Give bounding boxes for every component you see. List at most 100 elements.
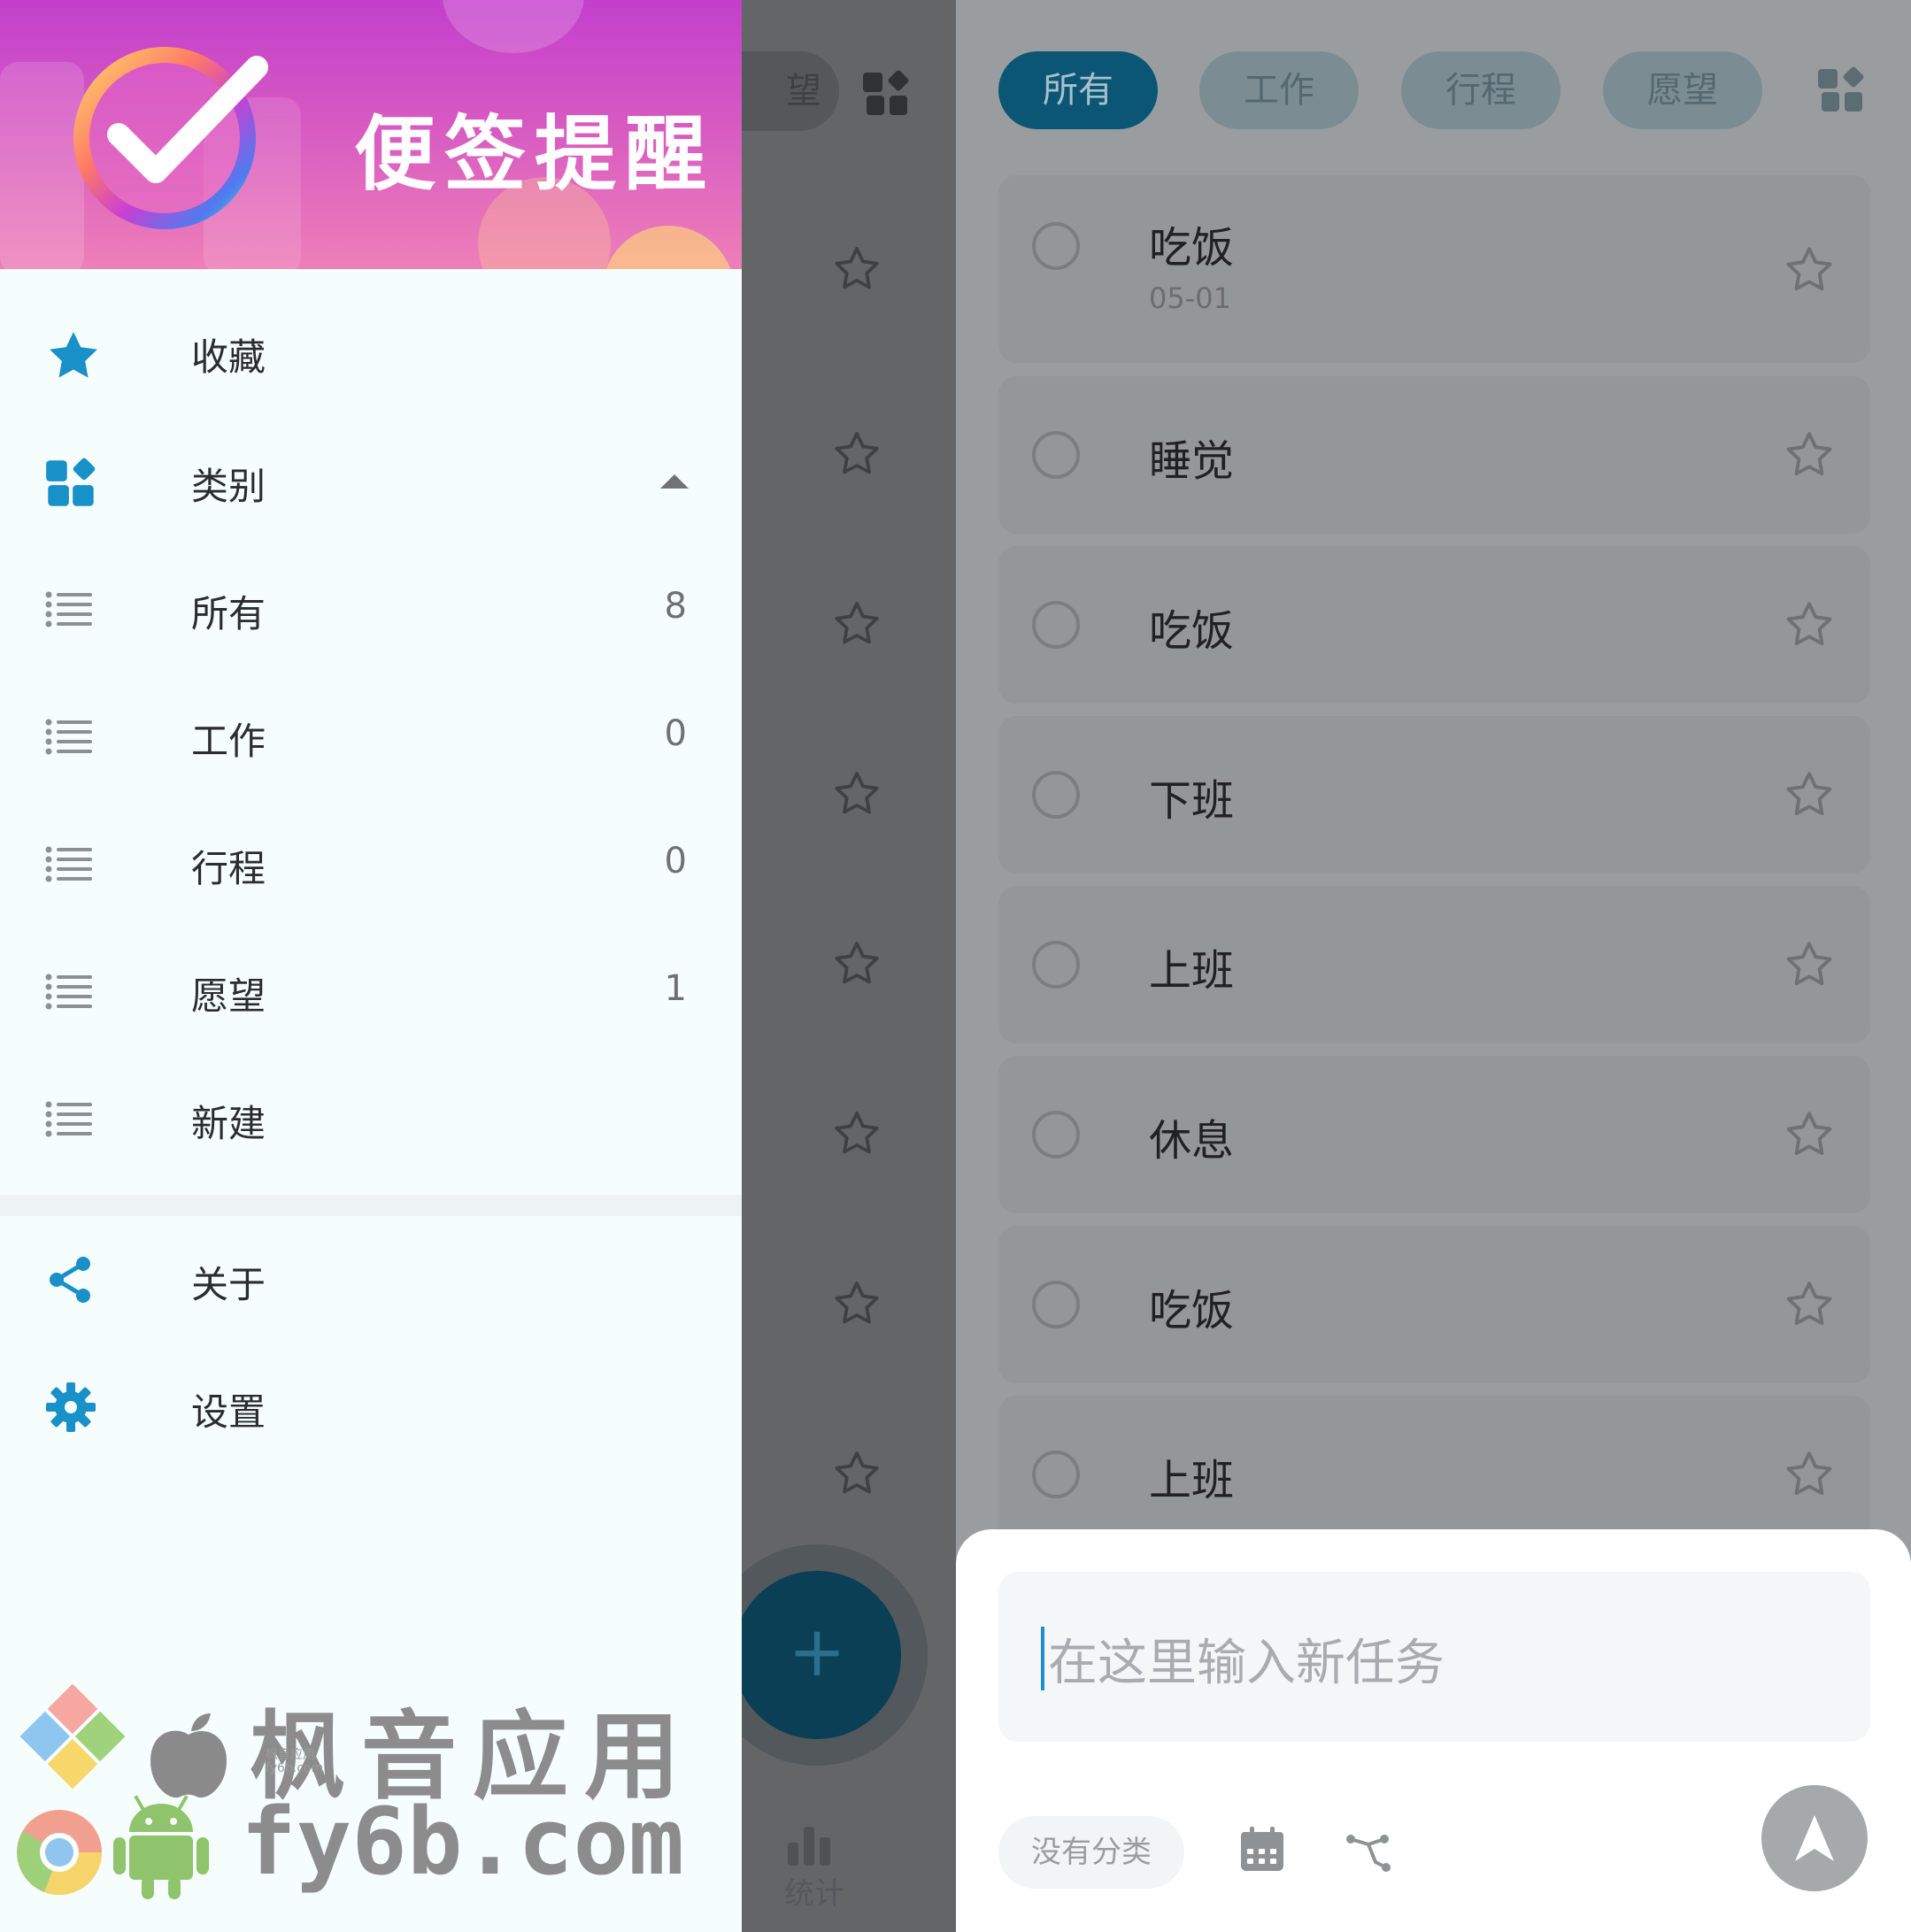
list-icon bbox=[45, 974, 92, 1010]
stats-icon bbox=[788, 1827, 830, 1866]
watermark-url: fy6b.com bbox=[241, 1788, 684, 1896]
decor-bubble bbox=[602, 226, 735, 269]
task-card[interactable]: 吃饭 bbox=[998, 1226, 1870, 1383]
gear-icon bbox=[46, 1382, 96, 1432]
favorite-star-icon[interactable] bbox=[1782, 767, 1837, 822]
star-icon bbox=[835, 1282, 879, 1324]
drawer-item-count: 1 bbox=[664, 968, 687, 1009]
category-icon[interactable] bbox=[1816, 65, 1866, 115]
watermark-small-url: fy6b.com bbox=[266, 1761, 324, 1775]
chrome-logo-icon bbox=[17, 1810, 103, 1896]
subtask-branch-icon[interactable] bbox=[1344, 1827, 1393, 1876]
task-card[interactable]: 休息 bbox=[998, 1056, 1870, 1213]
android-logo-icon bbox=[113, 1795, 209, 1899]
drawer-item-label: 设置 bbox=[191, 1390, 266, 1434]
star-icon bbox=[835, 432, 879, 474]
task-title: 休息 bbox=[1149, 1116, 1235, 1166]
drawer-item-new-category[interactable]: 新建 bbox=[0, 1066, 742, 1172]
task-checkbox[interactable] bbox=[1032, 941, 1080, 989]
category-selector-button[interactable]: 没有分类 bbox=[998, 1816, 1184, 1889]
drawer-item-label: 类别 bbox=[191, 465, 266, 508]
decor-bubble bbox=[443, 0, 584, 53]
favorite-star-icon[interactable] bbox=[1782, 937, 1837, 992]
category-icon bbox=[863, 70, 909, 115]
star-icon bbox=[835, 602, 879, 644]
send-arrow-icon bbox=[1795, 1815, 1834, 1861]
task-title: 吃饭 bbox=[1149, 1286, 1235, 1335]
drawer-item-label: 收藏 bbox=[191, 335, 266, 379]
tab-wish[interactable]: 愿望 bbox=[1603, 51, 1762, 129]
favorite-star-icon[interactable] bbox=[1782, 1107, 1837, 1162]
drawer-item-label: 行程 bbox=[191, 847, 266, 890]
list-icon bbox=[45, 846, 92, 882]
star-icon bbox=[835, 942, 879, 984]
task-card[interactable]: 吃饭 bbox=[998, 546, 1870, 704]
favorite-star-icon[interactable] bbox=[1782, 597, 1837, 652]
watermark: 枫音应用 枫音应用 fy6b.com fy6b.com bbox=[0, 1664, 742, 1932]
tab-work[interactable]: 工作 bbox=[1199, 51, 1359, 129]
drawer-divider bbox=[0, 1195, 742, 1216]
drawer-item-wish[interactable]: 愿望 1 bbox=[0, 938, 742, 1044]
drawer-item-schedule[interactable]: 行程 0 bbox=[0, 811, 742, 917]
tab-wish-partial: 望 bbox=[742, 51, 839, 131]
app-logo-icon bbox=[73, 47, 268, 229]
drawer-item-categories[interactable]: 类别 bbox=[0, 428, 742, 535]
windows-logo-icon bbox=[19, 1683, 126, 1790]
drawer-item-label: 新建 bbox=[191, 1102, 266, 1145]
tab-all[interactable]: 所有 bbox=[998, 51, 1158, 129]
drawer-item-settings[interactable]: 设置 bbox=[0, 1354, 742, 1460]
task-card[interactable]: 下班 bbox=[998, 716, 1870, 874]
task-checkbox[interactable] bbox=[1032, 1451, 1080, 1498]
favorite-star-icon[interactable] bbox=[1782, 427, 1837, 482]
task-title: 睡觉 bbox=[1149, 436, 1235, 486]
task-title: 下班 bbox=[1149, 776, 1235, 826]
share-icon bbox=[50, 1257, 90, 1303]
task-checkbox[interactable] bbox=[1032, 222, 1080, 270]
list-icon bbox=[45, 719, 92, 755]
task-checkbox[interactable] bbox=[1032, 771, 1080, 819]
watermark-small-name: 枫音应用 bbox=[266, 1748, 315, 1762]
task-checkbox[interactable] bbox=[1032, 601, 1080, 649]
stats-tab-label: 统计 bbox=[784, 1876, 844, 1912]
favorite-star-icon[interactable] bbox=[1782, 1447, 1837, 1502]
drawer-item-all[interactable]: 所有 8 bbox=[0, 556, 742, 662]
task-title: 吃饭 bbox=[1149, 606, 1235, 656]
task-title: 上班 bbox=[1149, 1456, 1235, 1505]
task-checkbox[interactable] bbox=[1032, 1111, 1080, 1158]
tab-schedule[interactable]: 行程 bbox=[1401, 51, 1560, 129]
drawer-item-about[interactable]: 关于 bbox=[0, 1227, 742, 1333]
drawer-item-work[interactable]: 工作 0 bbox=[0, 683, 742, 789]
new-task-sheet: 在这里输入新任务 没有分类 bbox=[956, 1529, 1911, 1932]
drawer-item-count: 0 bbox=[664, 841, 687, 881]
favorite-star-icon[interactable] bbox=[1782, 242, 1837, 297]
dimmed-background-strip: 望 + 统计 bbox=[742, 0, 956, 1932]
send-button[interactable] bbox=[1761, 1785, 1868, 1891]
drawer-item-count: 8 bbox=[664, 586, 687, 627]
drawer-item-favorites[interactable]: 收藏 bbox=[0, 301, 742, 407]
category-icon bbox=[46, 458, 96, 506]
star-icon bbox=[835, 772, 879, 814]
new-task-input[interactable]: 在这里输入新任务 bbox=[998, 1572, 1870, 1742]
task-checkbox[interactable] bbox=[1032, 431, 1080, 479]
list-icon bbox=[45, 1101, 92, 1137]
app-name: 便签提醒 bbox=[354, 107, 716, 202]
drawer-item-label: 所有 bbox=[191, 592, 266, 635]
star-icon bbox=[835, 247, 879, 289]
task-card[interactable]: 吃饭 05-01 bbox=[998, 175, 1870, 363]
drawer-item-label: 工作 bbox=[191, 720, 266, 763]
task-date: 05-01 bbox=[1149, 281, 1231, 315]
list-icon bbox=[45, 591, 92, 627]
task-title: 上班 bbox=[1149, 946, 1235, 996]
star-icon bbox=[50, 331, 97, 378]
calendar-icon[interactable] bbox=[1237, 1825, 1287, 1874]
drawer-item-label: 关于 bbox=[191, 1263, 266, 1306]
star-icon bbox=[835, 1112, 879, 1154]
favorite-star-icon[interactable] bbox=[1782, 1277, 1837, 1332]
task-card[interactable]: 睡觉 bbox=[998, 376, 1870, 534]
task-title: 吃饭 bbox=[1149, 223, 1235, 273]
task-card[interactable]: 上班 bbox=[998, 886, 1870, 1043]
text-caret bbox=[1041, 1627, 1044, 1690]
chevron-up-icon[interactable] bbox=[659, 471, 690, 492]
task-checkbox[interactable] bbox=[1032, 1281, 1080, 1328]
new-task-placeholder: 在这里输入新任务 bbox=[1048, 1635, 1445, 1692]
